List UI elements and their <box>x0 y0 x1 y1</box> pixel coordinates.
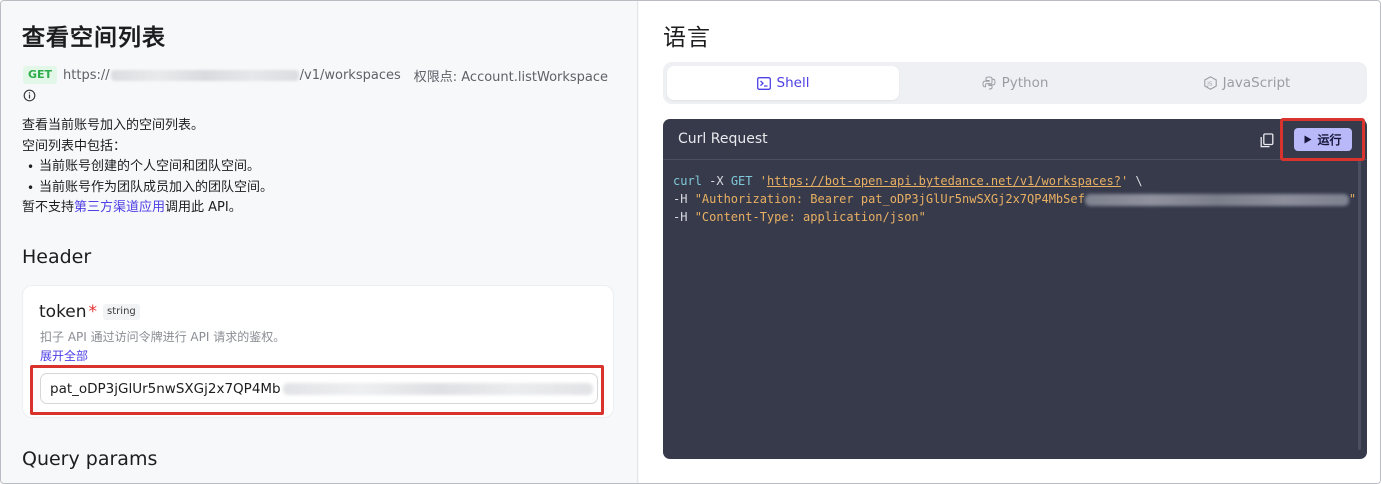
param-name-row: token * string <box>39 302 140 322</box>
code-token: -H <box>673 192 695 206</box>
svg-text:JS: JS <box>1206 82 1213 88</box>
header-param-card: token * string 扣子 API 通过访问令牌进行 API 请求的鉴权… <box>22 285 614 418</box>
code-panel-header: Curl Request 运行 <box>663 119 1367 160</box>
required-mark: * <box>88 302 98 322</box>
app-frame: 查看空间列表 GET https:// /v1/workspaces 权限点: … <box>0 0 1381 484</box>
code-line: -H "Authorization: Bearer pat_oDP3jGlUr5… <box>673 190 1356 208</box>
code-token: " <box>1348 192 1357 206</box>
code-token: "Authorization: Bearer pat_oDP3jGlUr5nwS… <box>694 192 1085 206</box>
description-line: 空间列表中包括： <box>22 138 127 154</box>
endpoint-host-redacted <box>110 69 299 81</box>
endpoint-row: GET https:// /v1/workspaces 权限点: Account… <box>23 65 608 85</box>
code-token: -H <box>673 210 695 224</box>
code-token-redacted <box>1084 193 1349 206</box>
tab-shell[interactable]: Shell <box>667 66 899 100</box>
tab-python[interactable]: Python <box>899 66 1131 100</box>
page-title: 查看空间列表 <box>22 25 166 51</box>
run-button-label: 运行 <box>1317 133 1342 147</box>
language-title: 语言 <box>663 25 711 51</box>
code-sample-pane: 语言 Shell Python JS JavaScript Curl Reque… <box>639 1 1380 483</box>
terminal-icon <box>756 76 771 90</box>
code-token: GET <box>730 174 753 188</box>
expand-all-link[interactable]: 展开全部 <box>40 347 88 364</box>
python-icon <box>982 76 996 90</box>
tab-javascript[interactable]: JS JavaScript <box>1131 66 1363 100</box>
list-item-text: 当前账号作为团队成员加入的团队空间。 <box>39 179 274 195</box>
bullet-icon: • <box>26 160 35 174</box>
endpoint-url-prefix: https:// <box>63 67 110 83</box>
method-badge: GET <box>23 66 58 84</box>
api-description: 查看当前账号加入的空间列表。 空间列表中包括： • 当前账号创建的个人空间和团队… <box>22 116 622 219</box>
code-scrollbar[interactable] <box>1358 160 1361 450</box>
code-panel: Curl Request 运行 curl -X GET 'https://bot… <box>663 119 1367 459</box>
play-icon <box>1304 135 1312 144</box>
code-token: curl <box>673 174 702 188</box>
language-tab-bar: Shell Python JS JavaScript <box>663 62 1367 104</box>
note-suffix: 调用此 API。 <box>165 200 242 215</box>
code-block: curl -X GET 'https://bot-open-api.byteda… <box>673 172 1356 226</box>
endpoint-url-path: /v1/workspaces <box>299 67 401 83</box>
description-note: 暂不支持第三方渠道应用调用此 API。 <box>22 198 622 219</box>
header-section-title: Header <box>22 246 92 268</box>
tab-label: Shell <box>776 75 810 91</box>
token-input[interactable]: pat_oDP3jGlUr5nwSXGj2x7QP4Mb <box>40 373 598 404</box>
list-item: • 当前账号作为团队成员加入的团队空间。 <box>22 178 622 199</box>
type-badge: string <box>103 304 140 320</box>
code-line: -H "Content-Type: application/json" <box>673 208 1356 226</box>
code-panel-title: Curl Request <box>678 131 768 147</box>
third-party-app-link[interactable]: 第三方渠道应用 <box>74 200 165 215</box>
api-doc-pane: 查看空间列表 GET https:// /v1/workspaces 权限点: … <box>1 1 638 483</box>
run-button[interactable]: 运行 <box>1294 128 1352 151</box>
nodejs-icon: JS <box>1203 76 1217 90</box>
code-token: "Content-Type: application/json" <box>694 210 926 224</box>
description-line: 查看当前账号加入的空间列表。 <box>22 118 205 133</box>
list-item-text: 当前账号创建的个人空间和团队空间。 <box>39 159 261 174</box>
code-token: -X <box>701 174 731 188</box>
code-token: ' <box>752 174 767 188</box>
token-input-value: pat_oDP3jGlUr5nwSXGj2x7QP4Mb <box>50 380 281 397</box>
copy-icon[interactable] <box>1260 133 1274 148</box>
note-prefix: 暂不支持 <box>22 200 75 215</box>
code-url-link[interactable]: https://bot-open-api.bytedance.net/v1/wo… <box>767 174 1121 188</box>
param-name: token <box>39 302 87 322</box>
code-line: curl -X GET 'https://bot-open-api.byteda… <box>673 172 1356 190</box>
tab-label: JavaScript <box>1222 75 1291 91</box>
bullet-icon: • <box>26 180 35 195</box>
list-item: • 当前账号创建的个人空间和团队空间。 <box>22 157 622 178</box>
code-token: \ <box>1128 174 1143 188</box>
query-params-section-title: Query params <box>22 448 158 470</box>
token-redacted <box>282 382 593 395</box>
param-description: 扣子 API 通过访问令牌进行 API 请求的鉴权。 <box>40 330 286 344</box>
permission-label: 权限点: Account.listWorkspace <box>413 69 609 85</box>
tab-label: Python <box>1001 75 1049 91</box>
info-icon[interactable] <box>23 89 36 102</box>
